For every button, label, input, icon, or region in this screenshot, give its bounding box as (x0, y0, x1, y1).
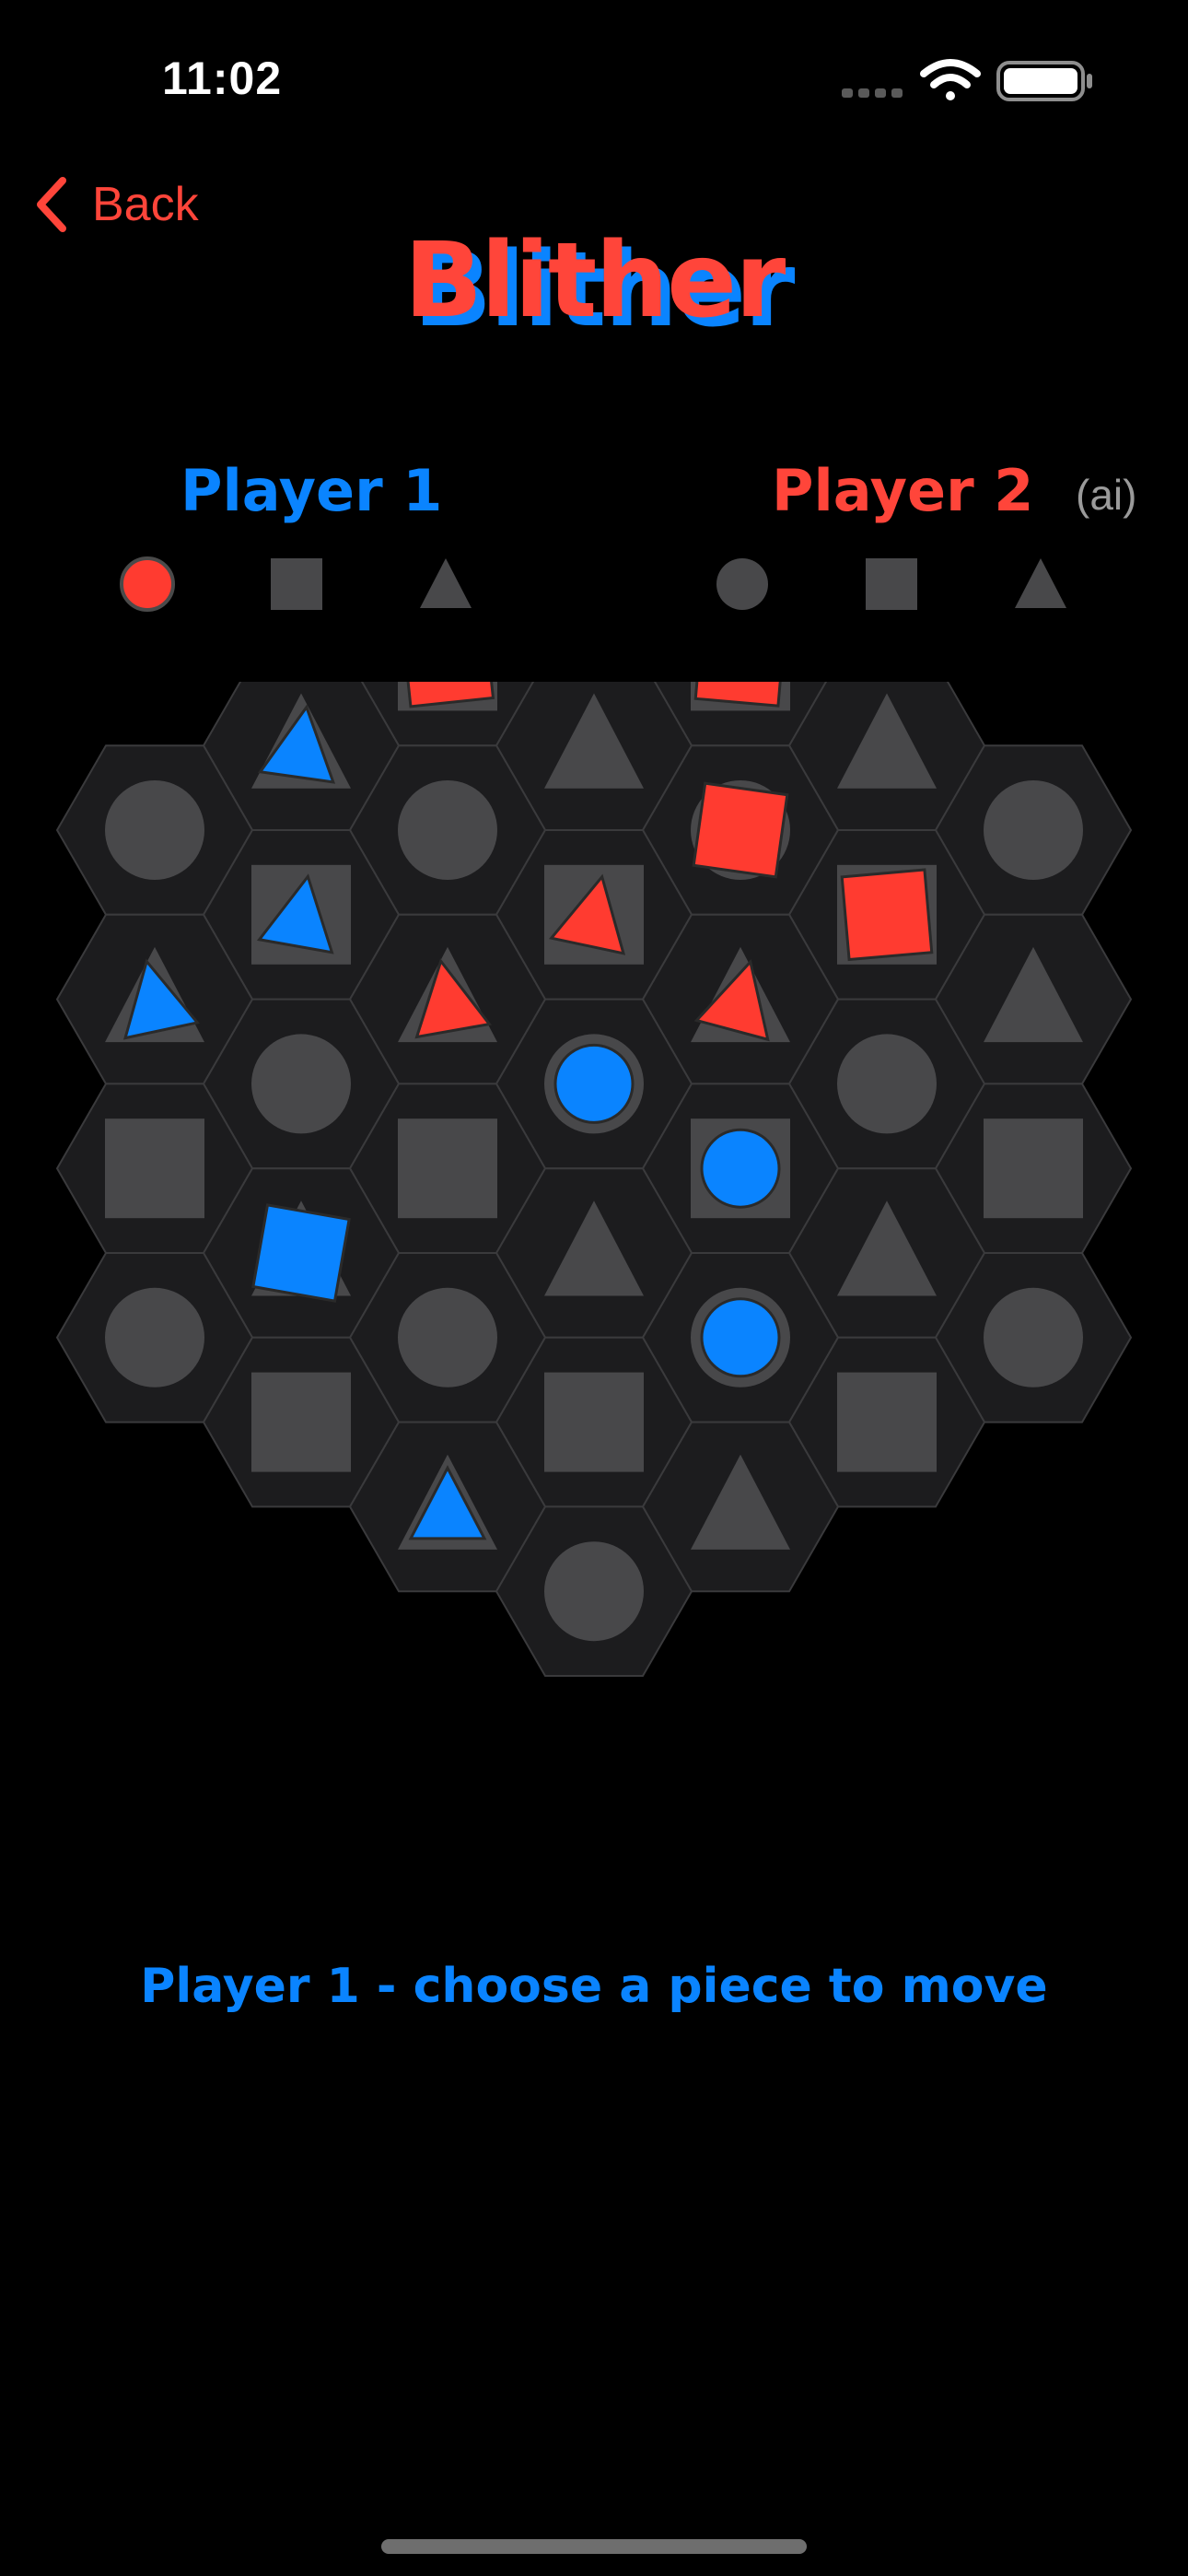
p1-circle-selector[interactable] (114, 551, 181, 617)
status-icons (842, 59, 1092, 101)
player-1-label: Player 1 (181, 457, 443, 524)
player-2-label: Player 2 (772, 457, 1034, 524)
p2-circle-selector[interactable] (709, 551, 775, 617)
p1-triangle-selector[interactable] (413, 551, 479, 617)
circle-tile-marker (984, 780, 1083, 881)
p2-triangle-selector[interactable] (1007, 551, 1074, 617)
game-board (55, 682, 1133, 1677)
circle-tile-marker (398, 1287, 497, 1388)
blue-circle-piece[interactable] (700, 1128, 781, 1209)
circle-tile-marker (105, 1287, 204, 1388)
circle-tile-marker (251, 1034, 351, 1134)
ai-tag: (ai) (1076, 471, 1137, 519)
square-tile-marker (984, 1118, 1083, 1219)
circle-tile-marker (837, 1034, 937, 1134)
circle-tile-marker (984, 1287, 1083, 1388)
title-text: Blither (403, 221, 786, 341)
circle-tile-marker (544, 1541, 644, 1642)
page-title: Blither Blither (0, 221, 1188, 350)
square-tile-marker (105, 1118, 204, 1219)
blue-circle-piece[interactable] (553, 1043, 635, 1124)
wifi-icon (920, 59, 981, 100)
square-tile-marker (837, 1372, 937, 1472)
blue-circle-piece[interactable] (700, 1297, 781, 1378)
square-tile-marker (544, 1372, 644, 1472)
circle-tile-marker (398, 780, 497, 881)
red-square-piece[interactable] (692, 781, 789, 879)
blue-square-piece[interactable] (251, 1203, 351, 1303)
p1-square-selector[interactable] (263, 551, 330, 617)
cellular-signal-icon (842, 88, 903, 98)
circle-tile-marker (105, 780, 204, 881)
turn-message: Player 1 - choose a piece to move (140, 1959, 1048, 2014)
red-square-piece[interactable] (840, 868, 934, 962)
square-tile-marker (251, 1372, 351, 1472)
battery-icon (996, 61, 1092, 101)
home-indicator (381, 2539, 807, 2554)
square-tile-marker (398, 1118, 497, 1219)
p2-square-selector[interactable] (858, 551, 925, 617)
